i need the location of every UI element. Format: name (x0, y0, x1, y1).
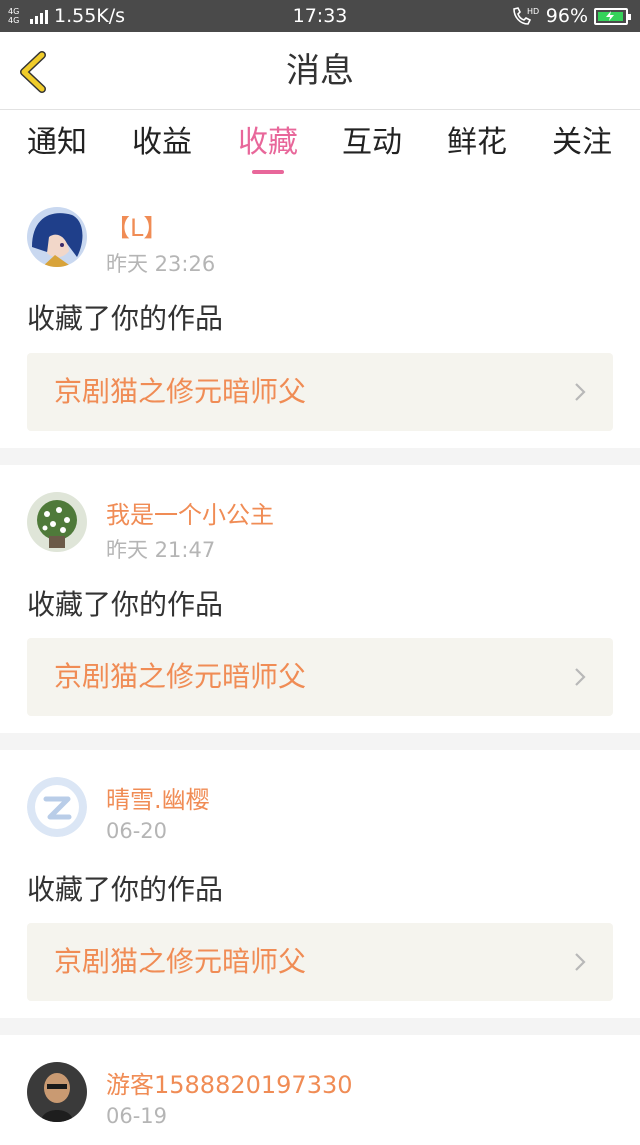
charging-icon (606, 11, 615, 21)
tab-follows[interactable]: 关注 (530, 110, 634, 190)
divider (0, 1018, 640, 1035)
battery-percent: 96% (545, 5, 588, 27)
nav-bar: 消息 (0, 32, 640, 110)
divider (0, 733, 640, 750)
chevron-right-icon (573, 667, 587, 687)
notification-card: 游客1588820197330 06-19 (0, 1035, 640, 1145)
notification-card: 我是一个小公主 昨天 21:47 收藏了你的作品 京剧猫之修元暗师父 (0, 465, 640, 733)
chevron-right-icon (573, 382, 587, 402)
tab-interactions[interactable]: 互动 (320, 110, 424, 190)
timestamp: 昨天 23:26 (106, 252, 216, 276)
username[interactable]: 【L】 (106, 208, 167, 243)
work-title: 京剧猫之修元暗师父 (54, 660, 307, 693)
active-tab-indicator (252, 170, 284, 174)
avatar[interactable] (27, 1062, 87, 1122)
tab-earnings[interactable]: 收益 (110, 110, 214, 190)
username[interactable]: 我是一个小公主 (106, 495, 274, 530)
action-text: 收藏了你的作品 (27, 302, 224, 335)
action-text: 收藏了你的作品 (27, 588, 224, 621)
tab-notifications[interactable]: 通知 (5, 110, 109, 190)
work-title: 京剧猫之修元暗师父 (54, 375, 307, 408)
tab-bar: 通知 收益 收藏 互动 鲜花 关注 (0, 110, 640, 190)
hd-call-icon: HD (510, 5, 540, 27)
work-link[interactable]: 京剧猫之修元暗师父 (27, 353, 613, 431)
action-text: 收藏了你的作品 (27, 873, 224, 906)
avatar[interactable] (27, 207, 87, 267)
username[interactable]: 晴雪.幽樱 (106, 780, 210, 815)
work-link[interactable]: 京剧猫之修元暗师父 (27, 923, 613, 1001)
work-link[interactable]: 京剧猫之修元暗师父 (27, 638, 613, 716)
divider (0, 448, 640, 465)
tab-favorites-label: 收藏 (238, 125, 298, 160)
status-bar: 4G 4G 1.55K/s 17:33 HD 96% (0, 0, 640, 32)
notification-card: 晴雪.幽樱 06-20 收藏了你的作品 京剧猫之修元暗师父 (0, 750, 640, 1018)
hd-badge: HD (527, 7, 539, 16)
timestamp: 06-19 (106, 1104, 168, 1128)
notification-card: 【L】 昨天 23:26 收藏了你的作品 京剧猫之修元暗师父 (0, 190, 640, 448)
timestamp: 06-20 (106, 819, 168, 843)
notification-list: 【L】 昨天 23:26 收藏了你的作品 京剧猫之修元暗师父 我是一个小公主 昨… (0, 190, 640, 1145)
status-right: HD 96% (510, 0, 632, 32)
tab-flowers[interactable]: 鲜花 (425, 110, 529, 190)
avatar[interactable] (27, 777, 87, 837)
avatar[interactable] (27, 492, 87, 552)
timestamp: 昨天 21:47 (106, 538, 216, 562)
battery-icon (594, 7, 631, 25)
tab-favorites[interactable]: 收藏 (216, 110, 320, 190)
page-title: 消息 (286, 51, 354, 91)
username[interactable]: 游客1588820197330 (106, 1065, 353, 1100)
chevron-right-icon (573, 952, 587, 972)
work-title: 京剧猫之修元暗师父 (54, 945, 307, 978)
